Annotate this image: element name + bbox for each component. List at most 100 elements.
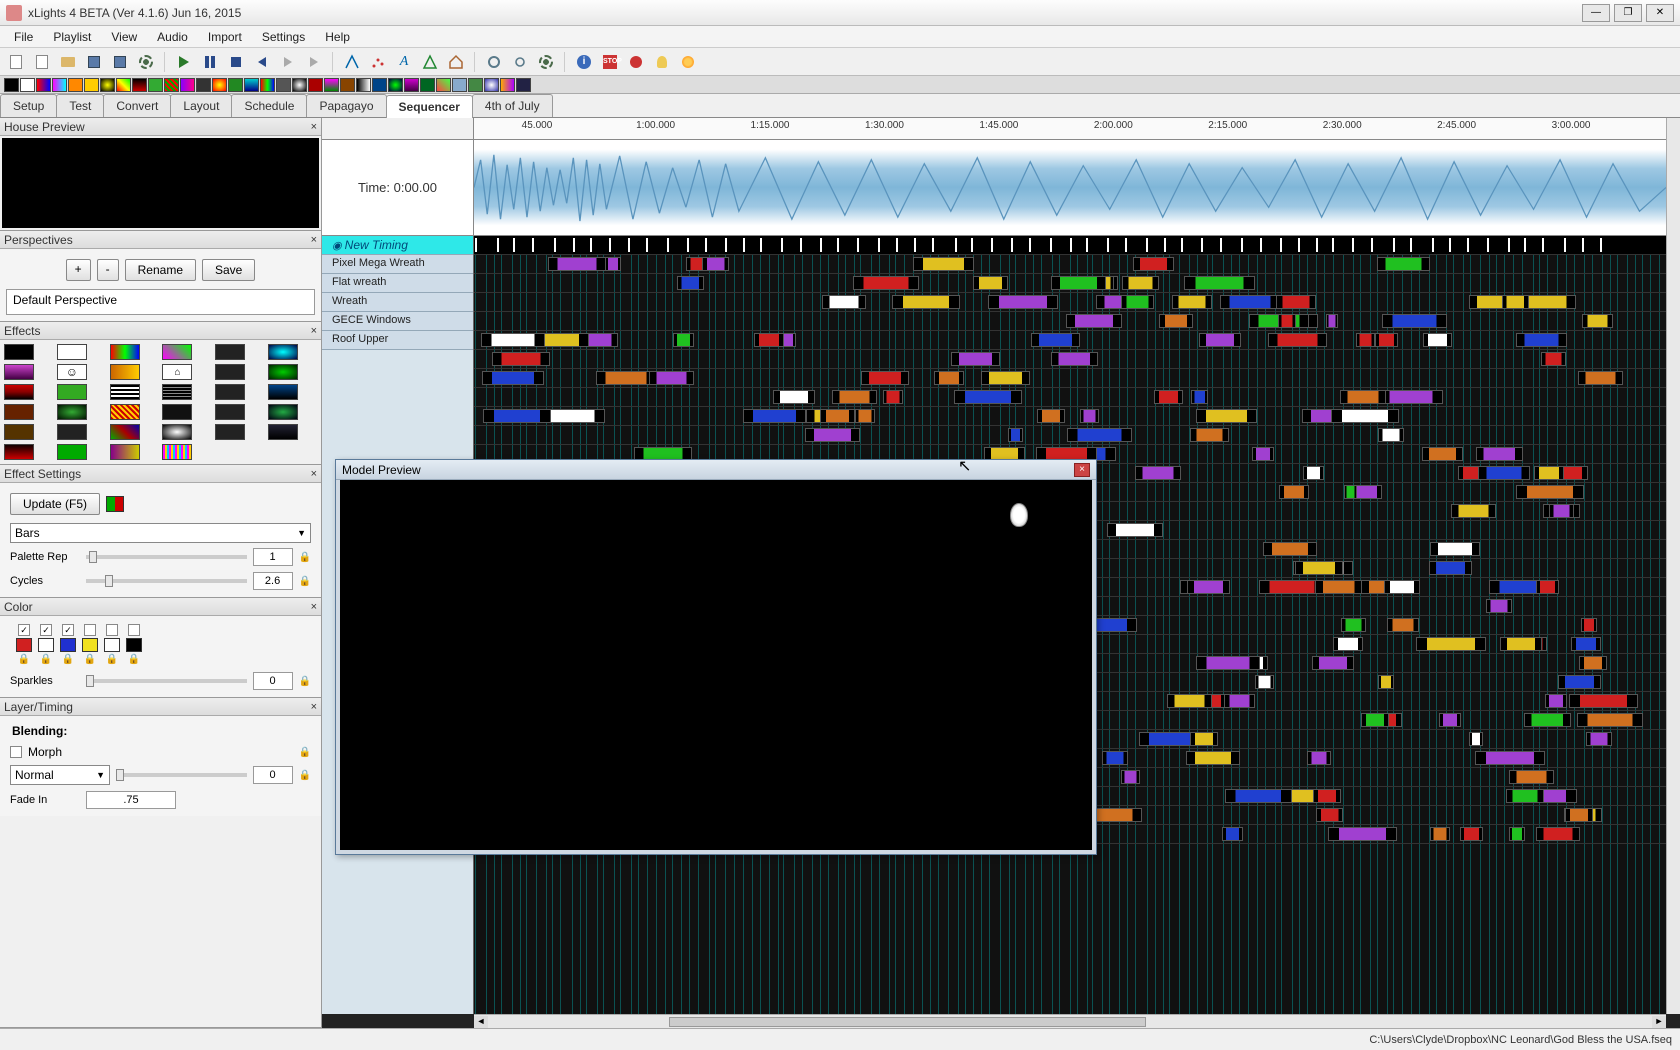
close-icon[interactable]: × [311, 234, 317, 246]
effect-clip[interactable] [1382, 314, 1446, 328]
effect-clip[interactable] [1191, 390, 1209, 404]
swatch-icon[interactable] [468, 78, 483, 92]
effect-clip[interactable] [1430, 827, 1449, 841]
track-row[interactable]: GECE Windows [322, 312, 473, 331]
track-row[interactable]: Roof Upper [322, 331, 473, 350]
effect-clip[interactable] [1478, 466, 1529, 480]
effect-clip[interactable] [1225, 789, 1292, 803]
effect-clip[interactable] [1133, 257, 1174, 271]
lock-icon[interactable]: 🔒 [18, 654, 30, 665]
effect-cell[interactable] [162, 344, 192, 360]
tab-4th-of-july[interactable]: 4th of July [472, 94, 553, 117]
effect-clip[interactable] [1184, 276, 1255, 290]
effect-clip[interactable] [1423, 333, 1451, 347]
effect-cell[interactable] [110, 364, 140, 380]
swatch-icon[interactable] [500, 78, 515, 92]
tool-house-button[interactable] [444, 51, 468, 73]
effect-clip[interactable] [605, 257, 621, 271]
effect-clip[interactable] [1571, 637, 1602, 651]
swatch-icon[interactable] [372, 78, 387, 92]
window-close-button[interactable]: ✕ [1646, 4, 1674, 22]
effect-clip[interactable] [1121, 295, 1155, 309]
effect-clip[interactable] [1326, 314, 1338, 328]
effect-clip[interactable] [1422, 447, 1463, 461]
tool-a-button[interactable] [340, 51, 364, 73]
effect-cell[interactable] [268, 404, 298, 420]
effect-cell[interactable] [4, 444, 34, 460]
effect-clip[interactable] [1476, 447, 1522, 461]
effect-clip[interactable] [1187, 580, 1231, 594]
effect-clip[interactable] [482, 371, 543, 385]
effect-clip[interactable] [1469, 732, 1483, 746]
grid-row[interactable] [474, 388, 1666, 407]
effect-clip[interactable] [1107, 523, 1163, 537]
lock-icon[interactable]: 🔒 [84, 654, 96, 665]
effect-clip[interactable] [1220, 295, 1281, 309]
effect-clip[interactable] [1316, 808, 1342, 822]
effect-clip[interactable] [1122, 276, 1159, 290]
swatch-icon[interactable] [228, 78, 243, 92]
track-row[interactable]: Flat wreath [322, 274, 473, 293]
swatch-icon[interactable] [340, 78, 355, 92]
effect-clip[interactable] [988, 295, 1057, 309]
pause-button[interactable] [198, 51, 222, 73]
color-swatch[interactable] [126, 638, 142, 652]
lock-icon[interactable]: 🔒 [299, 552, 311, 563]
effect-cell[interactable] [4, 384, 34, 400]
tab-schedule[interactable]: Schedule [231, 94, 307, 117]
effect-clip[interactable] [913, 257, 974, 271]
effect-clip[interactable] [1135, 466, 1180, 480]
blend-slider[interactable] [116, 773, 247, 777]
effect-clip[interactable] [1279, 485, 1309, 499]
palette-rep-slider[interactable] [86, 555, 247, 559]
perspective-add-button[interactable]: + [66, 259, 91, 281]
tab-sequencer[interactable]: Sequencer [386, 95, 473, 118]
color-checkbox[interactable] [128, 624, 140, 636]
effect-clip[interactable] [1295, 561, 1342, 575]
tool-tri-button[interactable] [418, 51, 442, 73]
play-button[interactable] [172, 51, 196, 73]
saveas-button[interactable] [108, 51, 132, 73]
effect-cell[interactable] [57, 344, 87, 360]
swatch-icon[interactable] [292, 78, 307, 92]
swatch-icon[interactable] [100, 78, 115, 92]
effect-clip[interactable] [1341, 618, 1366, 632]
color-checkbox[interactable] [84, 624, 96, 636]
effect-clip[interactable] [1439, 713, 1461, 727]
effect-clip[interactable] [1199, 333, 1241, 347]
swatch-icon[interactable] [324, 78, 339, 92]
effect-clip[interactable] [492, 352, 550, 366]
effect-clip[interactable] [1475, 751, 1545, 765]
info-button[interactable]: i [572, 51, 596, 73]
lock-icon[interactable]: 🔒 [299, 747, 311, 758]
effect-clip[interactable] [1375, 333, 1399, 347]
open-button[interactable] [56, 51, 80, 73]
grid-row[interactable] [474, 293, 1666, 312]
perspective-save-button[interactable]: Save [202, 259, 255, 281]
color-swatch[interactable] [38, 638, 54, 652]
effect-clip[interactable] [1315, 580, 1361, 594]
update-button[interactable]: Update (F5) [10, 493, 100, 515]
effect-clip[interactable] [1222, 827, 1243, 841]
color-swatch[interactable] [82, 638, 98, 652]
effect-clip[interactable] [934, 371, 965, 385]
effect-clip[interactable] [1536, 580, 1559, 594]
track-row[interactable]: Wreath [322, 293, 473, 312]
grid-row[interactable] [474, 369, 1666, 388]
tab-papagayo[interactable]: Papagayo [306, 94, 386, 117]
effect-clip[interactable] [1167, 694, 1213, 708]
effect-cell[interactable] [4, 364, 34, 380]
close-icon[interactable]: × [311, 121, 317, 133]
effect-cell[interactable] [162, 404, 192, 420]
effect-clip[interactable] [1486, 599, 1511, 613]
lock-icon[interactable]: 🔒 [299, 676, 311, 687]
effect-clip[interactable] [1313, 789, 1341, 803]
effect-cell[interactable] [215, 404, 245, 420]
swatch-icon[interactable] [180, 78, 195, 92]
menu-settings[interactable]: Settings [252, 28, 315, 46]
effect-clip[interactable] [1172, 295, 1211, 309]
effect-cell[interactable] [57, 424, 87, 440]
effect-clip[interactable] [1460, 827, 1483, 841]
effect-clip[interactable] [954, 390, 1023, 404]
effect-clip[interactable] [548, 257, 607, 271]
